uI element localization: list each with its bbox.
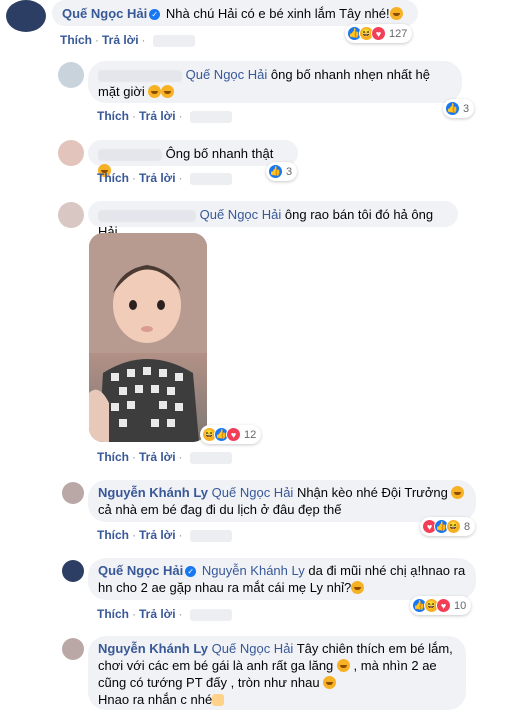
comment-bubble: Quế Ngọc Hải ✓ Nhà chú Hải có e bé xinh l… <box>52 0 418 26</box>
comment-author[interactable]: Quế Ngọc Hải <box>98 563 183 578</box>
love-reaction-icon: ♥ <box>226 427 241 442</box>
attached-photo[interactable] <box>89 233 207 442</box>
like-reaction-icon: 👍 <box>445 101 460 116</box>
timestamp[interactable] <box>189 172 232 185</box>
comment-text: , mà nhìn 2 ae <box>353 658 437 673</box>
like-reaction-icon: 👍 <box>268 164 283 179</box>
like-link[interactable]: Thích <box>97 450 129 464</box>
reply-link[interactable]: Trả lời <box>102 33 139 47</box>
reaction-summary[interactable]: 👍 😆 ♥ 127 <box>345 24 413 43</box>
comment-actions: Thích · Trả lời · <box>97 109 232 123</box>
reply-link[interactable]: Trả lời <box>139 450 176 464</box>
reaction-summary[interactable]: 😆 👍 ♥ 12 <box>200 425 262 444</box>
tagged-user[interactable]: Quế Ngọc Hải <box>186 67 268 82</box>
comment-bubble: Nguyễn Khánh Ly Quế Ngọc Hải Tây chiên t… <box>88 636 466 710</box>
comment-text: Nhận kèo nhé Đội Trưởng <box>296 485 448 500</box>
reaction-summary[interactable]: 👍 3 <box>266 162 298 181</box>
comment-bubble: Quế Ngọc Hải ông rao bán tôi đó hả ông H… <box>88 201 458 239</box>
comment-text: hn cho 2 ae gặp nhau ra mắt cái mẹ Ly nh… <box>98 580 352 595</box>
baby-photo-illustration <box>89 233 207 442</box>
tagged-user[interactable]: Quế Ngọc Hải <box>212 641 294 656</box>
reaction-count: 3 <box>463 102 470 115</box>
reaction-count: 10 <box>454 599 467 612</box>
avatar[interactable] <box>62 560 84 582</box>
comment-bubble: Quế Ngọc Hải ông bố nhanh nhẹn nhất hệ m… <box>88 61 462 103</box>
timestamp[interactable] <box>189 110 232 123</box>
avatar[interactable] <box>58 62 84 88</box>
grinning-emoji-icon <box>323 676 337 689</box>
comment-author[interactable]: Nguyễn Khánh Ly <box>98 641 208 656</box>
comment-author[interactable]: Nguyễn Khánh Ly <box>98 485 208 500</box>
love-reaction-icon: ♥ <box>371 26 386 41</box>
grinning-emoji-icon <box>451 486 465 499</box>
comment-actions: Thích · Trả lời · <box>97 171 232 185</box>
avatar[interactable] <box>62 482 84 504</box>
reaction-summary[interactable]: 👍 3 <box>443 99 475 118</box>
avatar[interactable] <box>58 140 84 166</box>
comment-text: Hnao ra nhắn c nhé <box>98 692 213 707</box>
comment-text: Ông bố nhanh thật <box>165 146 274 161</box>
comment-text: chơi với các em bé gái là anh rất ga lăn… <box>98 658 334 673</box>
verified-icon: ✓ <box>149 9 161 20</box>
love-reaction-icon: ♥ <box>436 598 451 613</box>
reaction-summary[interactable]: 👍 😆 ♥ 10 <box>410 596 472 615</box>
comment-text: cũng có tướng PT đấy , tròn như nhau <box>98 675 320 690</box>
comment-author[interactable]: Quế Ngọc Hải <box>62 6 147 21</box>
tagged-user[interactable]: Quế Ngọc Hải <box>212 485 294 500</box>
comment-actions: Thích · Trả lời · <box>97 607 232 621</box>
reaction-count: 8 <box>464 520 471 533</box>
reply-link[interactable]: Trả lời <box>139 109 176 123</box>
timestamp[interactable] <box>152 34 195 47</box>
reply-link[interactable]: Trả lời <box>139 528 176 542</box>
comment-text: Tây chiên thích em bé lắm, <box>296 641 453 656</box>
reaction-count: 127 <box>389 27 408 40</box>
comment-text: da đi mũi nhé chị ạ!hnao ra <box>308 563 466 578</box>
grinning-emoji-icon <box>148 85 162 98</box>
comment-actions: Thích · Trả lời · <box>97 528 232 542</box>
author-name-blurred[interactable] <box>98 69 182 82</box>
like-link[interactable]: Thích <box>97 528 129 542</box>
avatar[interactable] <box>6 0 46 32</box>
haha-reaction-icon: 😆 <box>446 519 461 534</box>
reaction-summary[interactable]: ♥ 👍 😆 8 <box>420 517 476 536</box>
reply-link[interactable]: Trả lời <box>139 607 176 621</box>
like-link[interactable]: Thích <box>97 109 129 123</box>
avatar[interactable] <box>58 202 84 228</box>
tagged-user[interactable]: Nguyễn Khánh Ly <box>202 563 305 578</box>
reaction-count: 3 <box>286 165 293 178</box>
reaction-count: 12 <box>244 428 257 441</box>
like-link[interactable]: Thích <box>97 607 129 621</box>
timestamp[interactable] <box>189 608 232 621</box>
timestamp[interactable] <box>189 451 232 464</box>
avatar[interactable] <box>62 638 84 660</box>
like-link[interactable]: Thích <box>60 33 92 47</box>
comment-bubble: Ông bố nhanh thật <box>88 140 298 177</box>
grinning-emoji-icon <box>161 85 175 98</box>
laughing-emoji-icon <box>336 659 350 672</box>
reply-link[interactable]: Trả lời <box>139 171 176 185</box>
timestamp[interactable] <box>189 529 232 542</box>
comment-bubble: Nguyễn Khánh Ly Quế Ngọc Hải Nhận kèo nh… <box>88 480 476 522</box>
tagged-user[interactable]: Quế Ngọc Hải <box>200 207 282 222</box>
comment-actions: Thích · Trả lời · <box>60 33 195 47</box>
like-link[interactable]: Thích <box>97 171 129 185</box>
author-name-blurred[interactable] <box>98 148 162 161</box>
comment-bubble: Quế Ngọc Hải ✓ Nguyễn Khánh Ly da đi mũi … <box>88 558 476 600</box>
author-name-blurred[interactable] <box>98 209 196 222</box>
comment-actions: Thích · Trả lời · <box>97 450 232 464</box>
laughing-emoji-icon <box>389 7 403 20</box>
laughing-emoji-icon <box>351 581 365 594</box>
thumbs-up-emoji-icon <box>212 694 225 706</box>
comment-text: cả nhà em bé đag đi du lịch ở đâu đẹp th… <box>98 502 342 517</box>
comment-text: Nhà chú Hải có e bé xinh lắm Tây nhé! <box>165 6 390 21</box>
verified-icon: ✓ <box>185 566 197 577</box>
